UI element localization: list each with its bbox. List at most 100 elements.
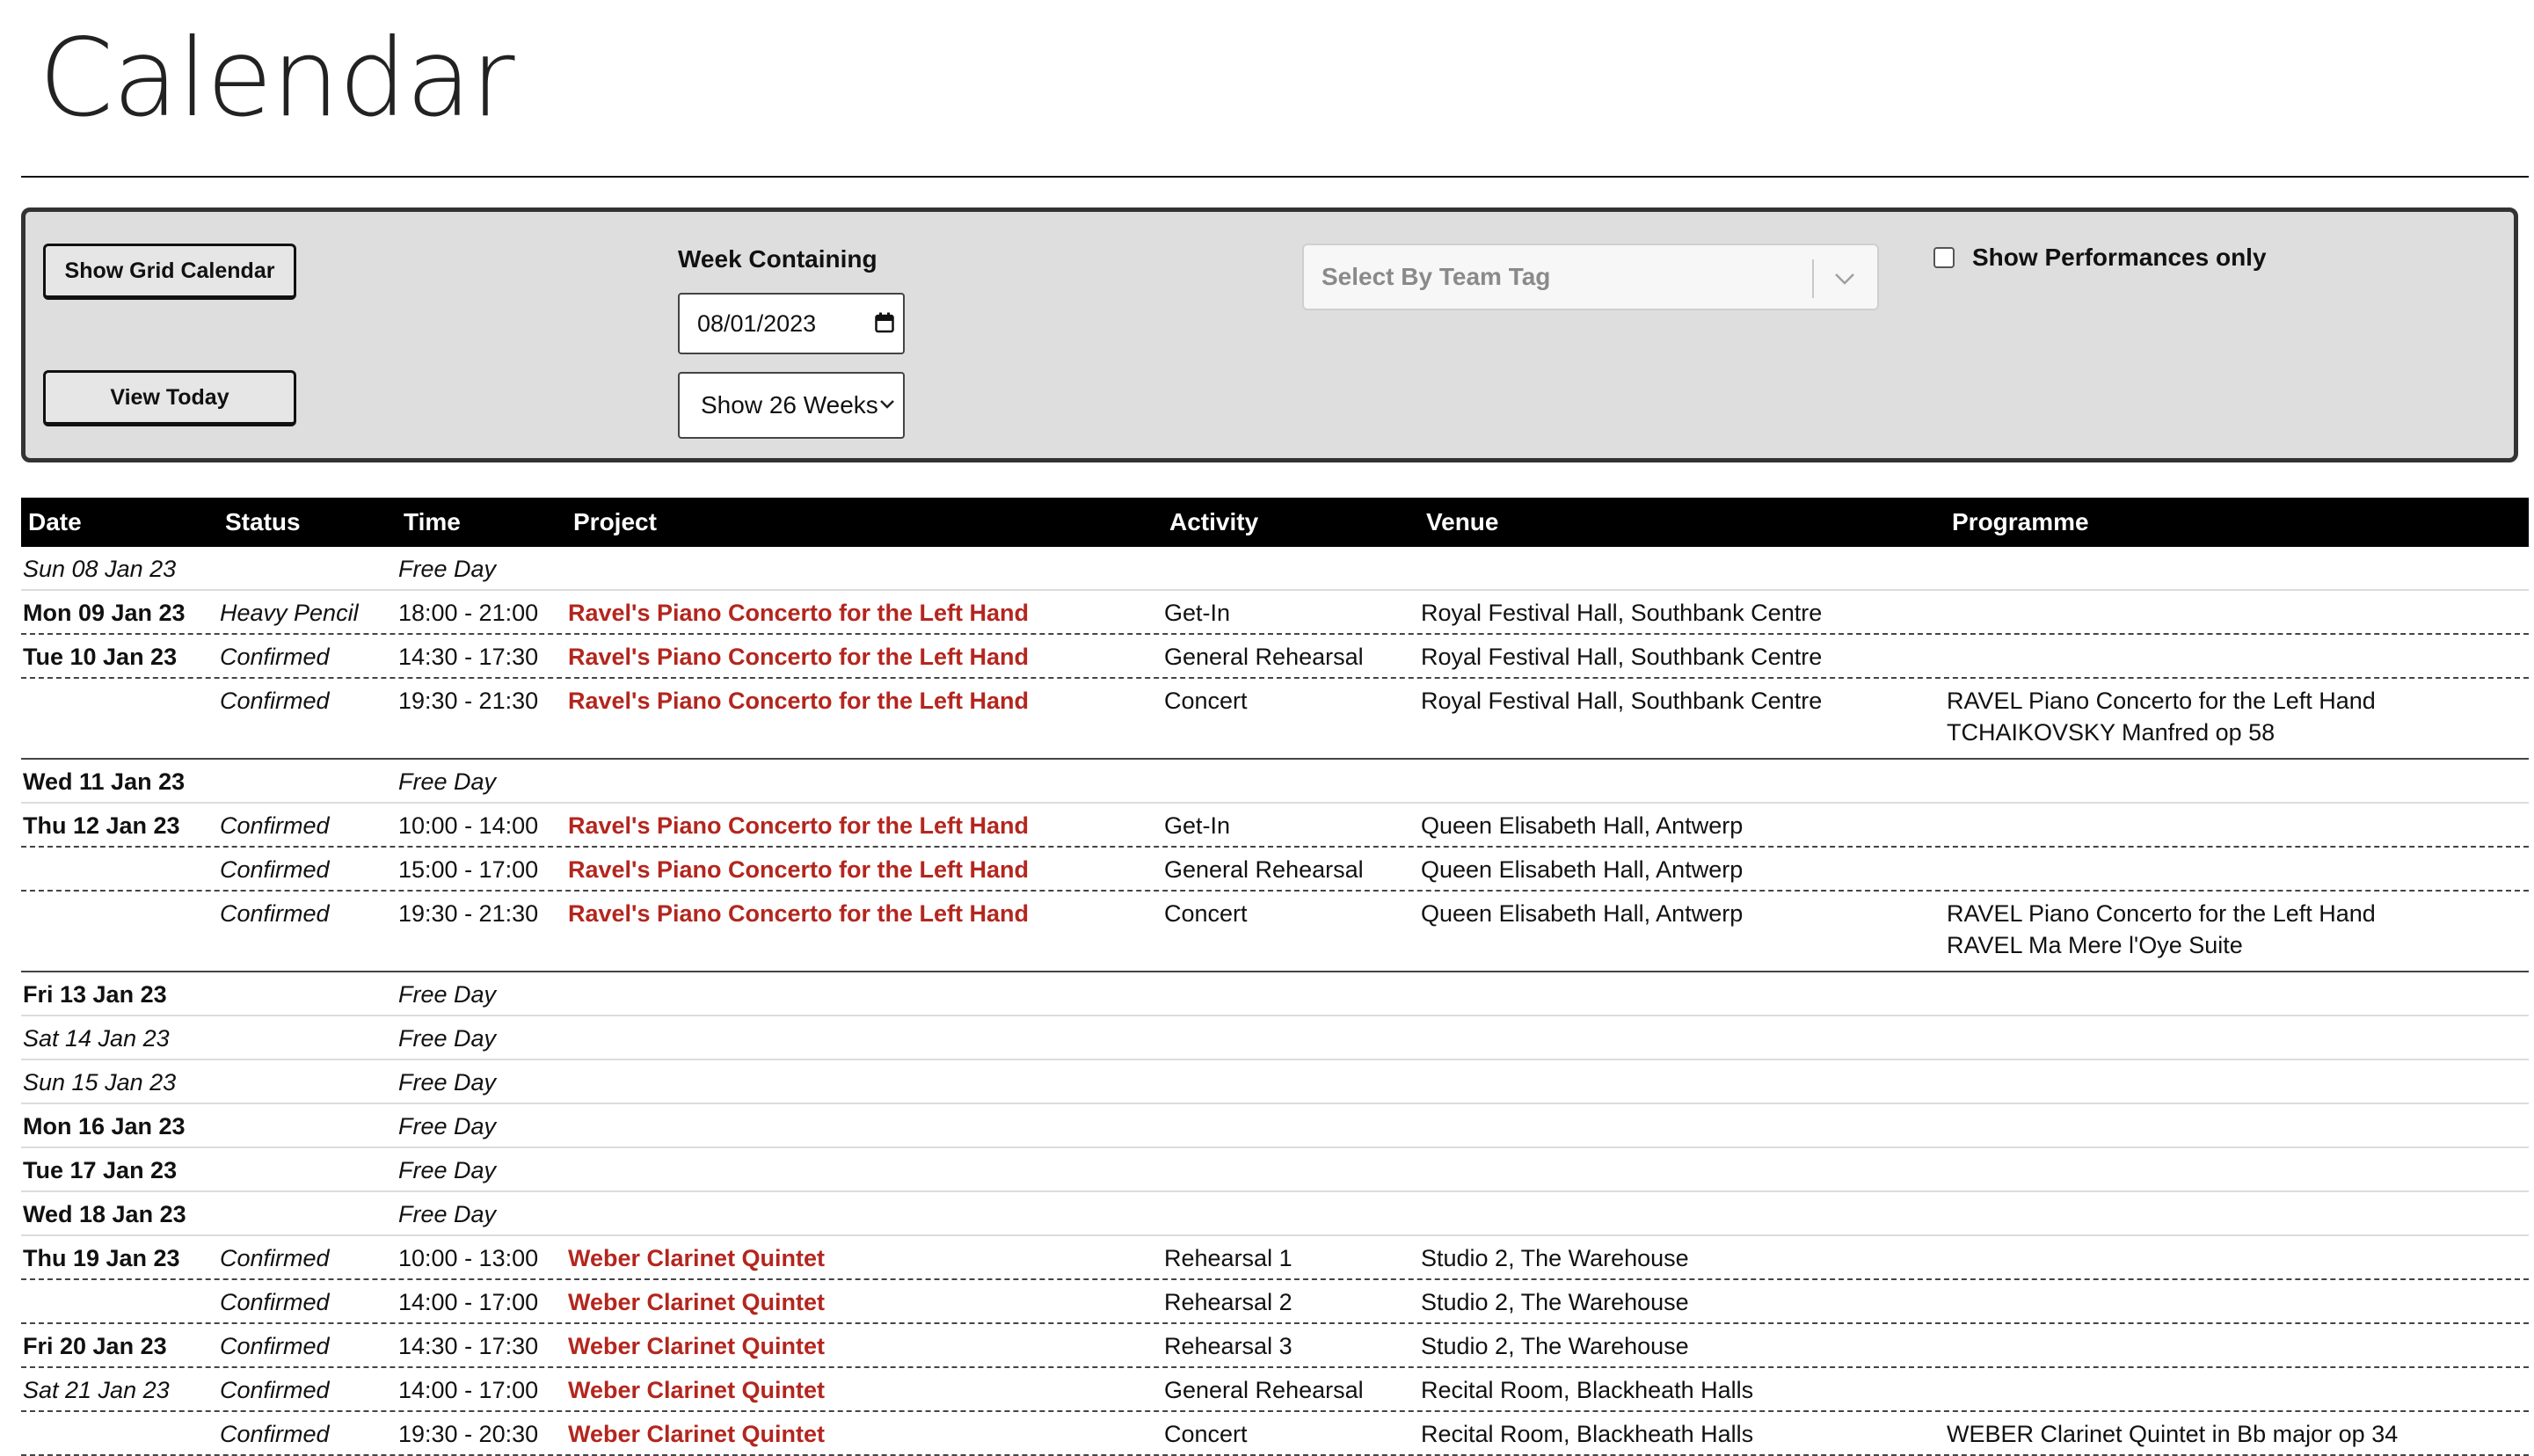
cell-activity: General Rehearsal bbox=[1164, 1377, 1364, 1403]
project-link[interactable]: Ravel's Piano Concerto for the Left Hand bbox=[568, 900, 1029, 928]
free-day-label: Free Day bbox=[398, 556, 497, 582]
cell-status: Confirmed bbox=[220, 856, 330, 883]
cell-status: Confirmed bbox=[220, 1333, 330, 1359]
project-link[interactable]: Ravel's Piano Concerto for the Left Hand bbox=[568, 688, 1029, 715]
calendar-icon[interactable] bbox=[875, 312, 894, 333]
project-link[interactable]: Ravel's Piano Concerto for the Left Hand bbox=[568, 856, 1029, 884]
table-row: Confirmed 19:30 - 20:30 Weber Clarinet Qui… bbox=[21, 1412, 2529, 1456]
cell-activity: Rehearsal 2 bbox=[1164, 1289, 1292, 1315]
table-row: Thu 19 Jan 23 Confirmed 10:00 - 13:00 Weber… bbox=[21, 1236, 2529, 1280]
title-divider bbox=[21, 176, 2529, 178]
project-link[interactable]: Ravel's Piano Concerto for the Left Hand bbox=[568, 812, 1029, 840]
cell-activity: General Rehearsal bbox=[1164, 644, 1364, 670]
project-link[interactable]: Weber Clarinet Quintet bbox=[568, 1289, 825, 1316]
select-separator bbox=[1812, 259, 1814, 298]
header-venue: Venue bbox=[1426, 508, 1499, 535]
show-performances-checkbox[interactable] bbox=[1933, 247, 1955, 268]
project-link[interactable]: Weber Clarinet Quintet bbox=[568, 1421, 825, 1448]
cell-status: Confirmed bbox=[220, 1377, 330, 1403]
project-link[interactable]: Weber Clarinet Quintet bbox=[568, 1245, 825, 1272]
free-day-label: Free Day bbox=[398, 981, 497, 1008]
cell-status: Confirmed bbox=[220, 1421, 330, 1447]
project-link[interactable]: Weber Clarinet Quintet bbox=[568, 1377, 825, 1404]
project-link[interactable]: Ravel's Piano Concerto for the Left Hand bbox=[568, 600, 1029, 627]
week-containing-label: Week Containing bbox=[678, 245, 877, 273]
table-row: Fri 20 Jan 23 Confirmed 14:30 - 17:30 Weber… bbox=[21, 1324, 2529, 1368]
cell-date: Mon 16 Jan 23 bbox=[23, 1113, 186, 1139]
cell-time: 10:00 - 13:00 bbox=[398, 1245, 539, 1271]
show-grid-calendar-button[interactable]: Show Grid Calendar bbox=[43, 244, 296, 300]
chevron-down-icon bbox=[880, 400, 894, 409]
cell-status: Confirmed bbox=[220, 688, 330, 714]
free-day-label: Free Day bbox=[398, 1113, 497, 1139]
cell-date: Thu 12 Jan 23 bbox=[23, 812, 180, 839]
table-row: Confirmed 15:00 - 17:00 Ravel's Piano Conc… bbox=[21, 848, 2529, 892]
programme-line: TCHAIKOVSKY Manfred op 58 bbox=[1947, 719, 2276, 746]
table-row: Sat 21 Jan 23 Confirmed 14:00 - 17:00 Weber… bbox=[21, 1368, 2529, 1412]
page-title: Calendar bbox=[39, 16, 515, 141]
free-day-label: Free Day bbox=[398, 1069, 497, 1096]
cell-status: Confirmed bbox=[220, 812, 330, 839]
cell-activity: Concert bbox=[1164, 900, 1248, 927]
table-body: Sun 08 Jan 23 Free Day Mon 09 Jan 23 Heavy … bbox=[21, 547, 2529, 1456]
weeks-range-value: Show 26 Weeks bbox=[701, 391, 878, 419]
cell-activity: Concert bbox=[1164, 1421, 1248, 1447]
table-row: Sun 15 Jan 23 Free Day bbox=[21, 1060, 2529, 1104]
cell-venue: Royal Festival Hall, Southbank Centre bbox=[1421, 600, 1823, 626]
cell-activity: General Rehearsal bbox=[1164, 856, 1364, 883]
weeks-range-select[interactable]: Show 26 Weeks bbox=[678, 372, 905, 439]
table-header: Date Status Time Project Activity Venue … bbox=[21, 498, 2529, 547]
cell-date: Sun 08 Jan 23 bbox=[23, 556, 177, 582]
header-time: Time bbox=[404, 508, 461, 535]
header-project: Project bbox=[573, 508, 657, 535]
free-day-label: Free Day bbox=[398, 768, 497, 795]
cell-venue: Queen Elisabeth Hall, Antwerp bbox=[1421, 812, 1744, 839]
cell-status: Confirmed bbox=[220, 1289, 330, 1315]
table-row: Wed 11 Jan 23 Free Day bbox=[21, 760, 2529, 804]
cell-activity: Rehearsal 1 bbox=[1164, 1245, 1292, 1271]
cell-venue: Recital Room, Blackheath Halls bbox=[1421, 1377, 1754, 1403]
table-row: Mon 09 Jan 23 Heavy Pencil 18:00 - 21:00 Ra… bbox=[21, 591, 2529, 635]
header-status: Status bbox=[225, 508, 301, 535]
cell-time: 19:30 - 20:30 bbox=[398, 1421, 539, 1447]
cell-status: Confirmed bbox=[220, 644, 330, 670]
cell-time: 14:00 - 17:00 bbox=[398, 1377, 539, 1403]
header-date: Date bbox=[28, 508, 82, 535]
cell-venue: Queen Elisabeth Hall, Antwerp bbox=[1421, 900, 1744, 927]
week-date-input[interactable]: 08/01/2023 bbox=[678, 293, 905, 354]
view-today-button[interactable]: View Today bbox=[43, 370, 296, 426]
cell-status: Confirmed bbox=[220, 900, 330, 927]
filter-panel: Show Grid Calendar View Today Week Conta… bbox=[21, 207, 2518, 462]
cell-status: Confirmed bbox=[220, 1245, 330, 1271]
cell-time: 14:30 - 17:30 bbox=[398, 644, 539, 670]
chevron-down-icon[interactable] bbox=[1833, 272, 1856, 286]
cell-date: Mon 09 Jan 23 bbox=[23, 600, 186, 626]
cell-venue: Studio 2, The Warehouse bbox=[1421, 1245, 1689, 1271]
team-tag-select[interactable]: Select By Team Tag bbox=[1302, 244, 1879, 310]
cell-venue: Queen Elisabeth Hall, Antwerp bbox=[1421, 856, 1744, 883]
free-day-label: Free Day bbox=[398, 1201, 497, 1227]
cell-programme: WEBER Clarinet Quintet in Bb major op 34 bbox=[1947, 1421, 2398, 1452]
calendar-table: Date Status Time Project Activity Venue … bbox=[21, 498, 2529, 1456]
cell-time: 19:30 - 21:30 bbox=[398, 900, 539, 927]
programme-line: RAVEL Ma Mere l'Oye Suite bbox=[1947, 932, 2243, 958]
cell-time: 10:00 - 14:00 bbox=[398, 812, 539, 839]
cell-venue: Studio 2, The Warehouse bbox=[1421, 1289, 1689, 1315]
table-row: Confirmed 19:30 - 21:30 Ravel's Piano Conc… bbox=[21, 892, 2529, 972]
programme-line: WEBER Clarinet Quintet in Bb major op 34 bbox=[1947, 1421, 2399, 1447]
table-row: Tue 10 Jan 23 Confirmed 14:30 - 17:30 Ravel… bbox=[21, 635, 2529, 679]
cell-venue: Studio 2, The Warehouse bbox=[1421, 1333, 1689, 1359]
cell-date: Wed 18 Jan 23 bbox=[23, 1201, 186, 1227]
table-row: Wed 18 Jan 23 Free Day bbox=[21, 1192, 2529, 1236]
cell-venue: Royal Festival Hall, Southbank Centre bbox=[1421, 688, 1823, 714]
table-row: Sat 14 Jan 23 Free Day bbox=[21, 1016, 2529, 1060]
cell-venue: Royal Festival Hall, Southbank Centre bbox=[1421, 644, 1823, 670]
table-row: Sun 08 Jan 23 Free Day bbox=[21, 547, 2529, 591]
project-link[interactable]: Ravel's Piano Concerto for the Left Hand bbox=[568, 644, 1029, 671]
table-row: Thu 12 Jan 23 Confirmed 10:00 - 14:00 Ravel… bbox=[21, 804, 2529, 848]
cell-time: 15:00 - 17:00 bbox=[398, 856, 539, 883]
table-row: Tue 17 Jan 23 Free Day bbox=[21, 1148, 2529, 1192]
cell-activity: Get-In bbox=[1164, 812, 1231, 839]
header-activity: Activity bbox=[1169, 508, 1259, 535]
project-link[interactable]: Weber Clarinet Quintet bbox=[568, 1333, 825, 1360]
